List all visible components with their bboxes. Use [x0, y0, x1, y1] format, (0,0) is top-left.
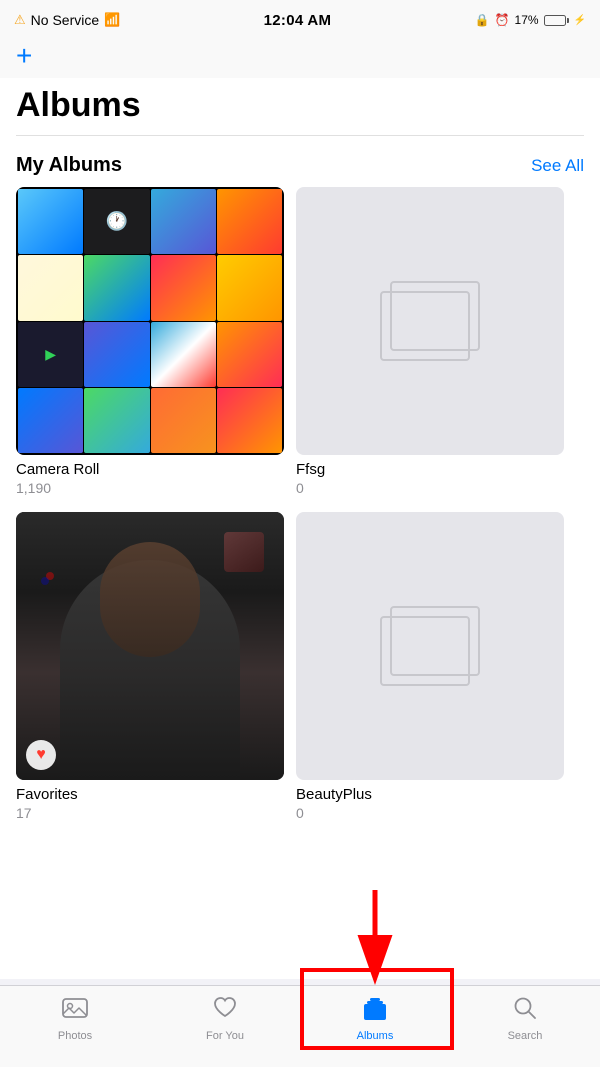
for-you-icon	[211, 994, 239, 1026]
albums-row-1: 🕐 ▶	[0, 187, 600, 512]
status-left: ⚠ No Service 📶	[14, 12, 120, 28]
cr-cell	[217, 255, 282, 320]
album-name: BeautyPlus	[296, 786, 564, 803]
tab-for-you-label: For You	[206, 1030, 244, 1042]
album-count: 17	[16, 805, 284, 821]
top-nav: +	[0, 38, 600, 78]
battery-icon	[544, 15, 569, 26]
album-item-beautyplus[interactable]: BeautyPlus 0	[296, 512, 564, 821]
placeholder-stack-2	[380, 606, 480, 686]
placeholder-rect-front	[380, 291, 470, 361]
bolt-icon: ⚡	[574, 15, 586, 26]
placeholder-rect-front-2	[380, 616, 470, 686]
albums-row-2: ♥ Favorites 17 BeautyPlus 0	[0, 512, 600, 837]
album-name: Ffsg	[296, 461, 564, 478]
no-service-text: No Service	[31, 12, 99, 28]
status-time: 12:04 AM	[264, 12, 332, 29]
cr-cell	[217, 388, 282, 453]
tab-search-label: Search	[508, 1030, 543, 1042]
tab-for-you[interactable]: For You	[165, 994, 285, 1042]
add-button[interactable]: +	[16, 42, 32, 70]
cr-cell	[84, 388, 149, 453]
cr-cell	[84, 322, 149, 387]
cr-cell	[217, 322, 282, 387]
albums-icon	[361, 994, 389, 1026]
photos-icon	[61, 994, 89, 1026]
album-thumb-camera-roll: 🕐 ▶	[16, 187, 284, 455]
status-bar: ⚠ No Service 📶 12:04 AM 🔒 ⏰ 17% ⚡	[0, 0, 600, 38]
cr-cell	[18, 189, 83, 254]
album-count: 1,190	[16, 480, 284, 496]
main-content: Albums My Albums See All 🕐	[0, 78, 600, 979]
album-item-ffsg[interactable]: Ffsg 0	[296, 187, 564, 496]
section-header: My Albums See All	[0, 136, 600, 187]
album-count: 0	[296, 480, 564, 496]
album-thumb-beautyplus	[296, 512, 564, 780]
album-thumb-ffsg	[296, 187, 564, 455]
selfie-bg	[16, 512, 284, 780]
placeholder-stack	[380, 281, 480, 361]
album-count: 0	[296, 805, 564, 821]
tab-photos-label: Photos	[58, 1030, 92, 1042]
album-name: Favorites	[16, 786, 284, 803]
alarm-icon: ⏰	[495, 13, 510, 27]
heart-badge: ♥	[26, 740, 56, 770]
status-right: 🔒 ⏰ 17% ⚡	[475, 13, 586, 27]
section-title: My Albums	[16, 154, 122, 177]
cr-cell	[151, 388, 216, 453]
cr-cell	[18, 388, 83, 453]
tab-photos[interactable]: Photos	[15, 994, 135, 1042]
tab-albums[interactable]: Albums	[315, 994, 435, 1042]
cr-cell	[151, 255, 216, 320]
search-icon	[511, 994, 539, 1026]
album-placeholder	[296, 187, 564, 455]
cr-cell: ▶	[18, 322, 83, 387]
tab-search[interactable]: Search	[465, 994, 585, 1042]
tab-bar: Photos For You Albums S	[0, 985, 600, 1067]
page-title: Albums	[0, 78, 600, 135]
album-placeholder-2	[296, 512, 564, 780]
album-item-favorites[interactable]: ♥ Favorites 17	[16, 512, 284, 821]
cr-cell	[151, 322, 216, 387]
tab-albums-label: Albums	[357, 1030, 394, 1042]
see-all-button[interactable]: See All	[531, 156, 584, 176]
battery-percent: 17%	[515, 13, 539, 27]
cr-cell	[84, 255, 149, 320]
album-item-camera-roll[interactable]: 🕐 ▶	[16, 187, 284, 496]
cr-cell	[151, 189, 216, 254]
cr-cell: 🕐	[84, 189, 149, 254]
cr-cell	[18, 255, 83, 320]
lock-icon: 🔒	[475, 13, 490, 27]
wifi-icon: 📶	[104, 12, 120, 28]
warning-icon: ⚠	[14, 12, 26, 28]
album-name: Camera Roll	[16, 461, 284, 478]
album-thumb-favorites: ♥	[16, 512, 284, 780]
cr-cell	[217, 189, 282, 254]
